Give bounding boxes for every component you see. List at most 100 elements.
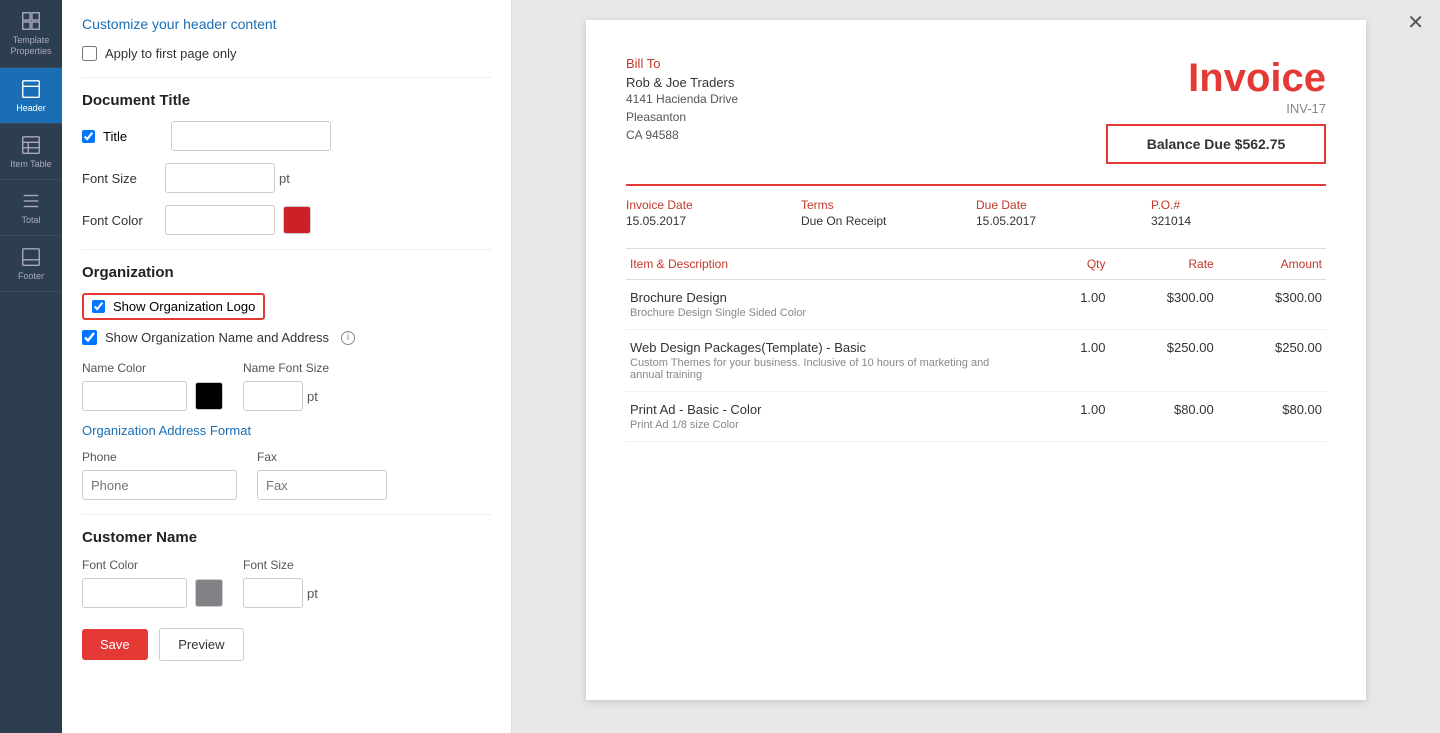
client-name: Rob & Joe Traders [626,75,738,90]
table-header-row: Item & Description Qty Rate Amount [626,249,1326,280]
invoice-header-row: Bill To Rob & Joe Traders 4141 Hacienda … [626,56,1326,164]
bill-to-section: Bill To Rob & Joe Traders 4141 Hacienda … [626,56,738,144]
item-desc-cell-0: Brochure Design Brochure Design Single S… [626,280,1023,330]
cust-font-size-group: Font Size 10 pt [243,558,318,608]
font-size-row: Font Size 23 pt [82,163,491,193]
org-address-format-link[interactable]: Organization Address Format [82,423,491,438]
cust-font-size-unit: pt [307,586,318,601]
name-font-size-label: Name Font Size [243,361,329,375]
name-font-size-input[interactable]: 7 [243,381,303,411]
document-title-section-label: Document Title [82,92,491,109]
item-amount-2: $80.00 [1218,392,1326,442]
font-color-swatch[interactable] [283,206,311,234]
item-rate-1: $250.00 [1110,330,1218,392]
cust-font-color-input[interactable]: #818285 [82,578,187,608]
title-field-label: Title [103,129,163,144]
meta-invoice-date: Invoice Date 15.05.2017 [626,198,801,228]
item-desc-cell-2: Print Ad - Basic - Color Print Ad 1/8 si… [626,392,1023,442]
table-row: Web Design Packages(Template) - Basic Cu… [626,330,1326,392]
apply-first-page-row: Apply to first page only [82,46,491,61]
show-org-name-row: Show Organization Name and Address i [82,330,491,345]
font-color-input[interactable]: #cc2026 [165,205,275,235]
panel-title: Customize your header content [82,16,491,32]
nav-item-template-properties[interactable]: Template Properties [0,0,62,68]
cust-font-color-field-row: #818285 [82,578,223,608]
meta-due-date: Due Date 15.05.2017 [976,198,1151,228]
fax-label: Fax [257,450,387,464]
cust-font-color-group: Font Color #818285 [82,558,223,608]
show-org-logo-label: Show Organization Logo [113,299,255,314]
name-font-size-group: Name Font Size 7 pt [243,361,329,411]
org-name-color-size-row: Name Color #000000 Name Font Size 7 pt [82,361,491,411]
phone-label: Phone [82,450,237,464]
font-color-row: Font Color #cc2026 [82,205,491,235]
cust-font-size-input-group: 10 pt [243,578,318,608]
table-row: Print Ad - Basic - Color Print Ad 1/8 si… [626,392,1326,442]
client-address1: 4141 Hacienda Drive [626,90,738,108]
show-org-name-checkbox[interactable] [82,330,97,345]
name-color-swatch[interactable] [195,382,223,410]
meta-po: P.O.# 321014 [1151,198,1326,228]
item-amount-1: $250.00 [1218,330,1326,392]
name-color-group: Name Color #000000 [82,361,223,411]
item-amount-0: $300.00 [1218,280,1326,330]
invoice-meta-row: Invoice Date 15.05.2017 Terms Due On Rec… [626,184,1326,228]
item-qty-1: 1.00 [1023,330,1110,392]
org-section: Show Organization Logo Show Organization… [82,293,491,500]
customer-name-fields-row: Font Color #818285 Font Size 10 pt [82,558,491,608]
cust-font-color-label: Font Color [82,558,223,572]
items-table: Item & Description Qty Rate Amount Broch… [626,248,1326,442]
font-size-input[interactable]: 23 [165,163,275,193]
settings-panel: Customize your header content Apply to f… [62,0,512,733]
nav-item-item-table[interactable]: Item Table [0,124,62,181]
item-qty-0: 1.00 [1023,280,1110,330]
cust-font-size-label: Font Size [243,558,318,572]
preview-button[interactable]: Preview [159,628,243,661]
client-city: Pleasanton [626,108,738,126]
nav-item-total[interactable]: Total [0,180,62,236]
col-description: Item & Description [626,249,1023,280]
name-color-input[interactable]: #000000 [82,381,187,411]
action-buttons-row: Save Preview [82,628,491,661]
title-checkbox[interactable] [82,130,95,143]
col-rate: Rate [1110,249,1218,280]
item-rate-2: $80.00 [1110,392,1218,442]
customer-name-section-label: Customer Name [82,529,491,546]
font-size-input-group: 23 pt [165,163,290,193]
close-button[interactable]: ✕ [1407,10,1424,35]
phone-fax-row: Phone Fax [82,450,491,500]
font-size-unit: pt [279,171,290,186]
left-nav: Template Properties Header Item Table To… [0,0,62,733]
organization-section-label: Organization [82,264,491,281]
cust-font-size-input[interactable]: 10 [243,578,303,608]
nav-item-footer[interactable]: Footer [0,236,62,292]
cust-font-color-swatch[interactable] [195,579,223,607]
bill-to-label: Bill To [626,56,738,71]
apply-first-page-label: Apply to first page only [105,46,237,61]
title-input[interactable]: Invoice [171,121,331,151]
preview-area: ✕ Bill To Rob & Joe Traders 4141 Haciend… [512,0,1440,733]
col-amount: Amount [1218,249,1326,280]
items-table-body: Brochure Design Brochure Design Single S… [626,280,1326,442]
balance-due-label: Balance Due $562.75 [1147,136,1286,152]
name-color-label: Name Color [82,361,223,375]
invoice-preview: Bill To Rob & Joe Traders 4141 Hacienda … [586,20,1366,700]
phone-input[interactable] [82,470,237,500]
nav-item-header[interactable]: Header [0,68,62,124]
show-org-logo-checkbox[interactable] [92,300,105,313]
show-org-logo-highlighted: Show Organization Logo [82,293,265,320]
client-address: 4141 Hacienda Drive Pleasanton CA 94588 [626,90,738,144]
fax-input[interactable] [257,470,387,500]
name-font-size-input-group: 7 pt [243,381,329,411]
invoice-title-section: Invoice INV-17 Balance Due $562.75 [1106,56,1326,164]
apply-first-page-checkbox[interactable] [82,46,97,61]
save-button[interactable]: Save [82,629,148,660]
invoice-title: Invoice [1106,56,1326,101]
item-desc-cell-1: Web Design Packages(Template) - Basic Cu… [626,330,1023,392]
item-rate-0: $300.00 [1110,280,1218,330]
col-qty: Qty [1023,249,1110,280]
balance-box: Balance Due $562.75 [1106,124,1326,164]
title-row: Title Invoice [82,121,491,151]
invoice-number: INV-17 [1106,101,1326,116]
item-qty-2: 1.00 [1023,392,1110,442]
